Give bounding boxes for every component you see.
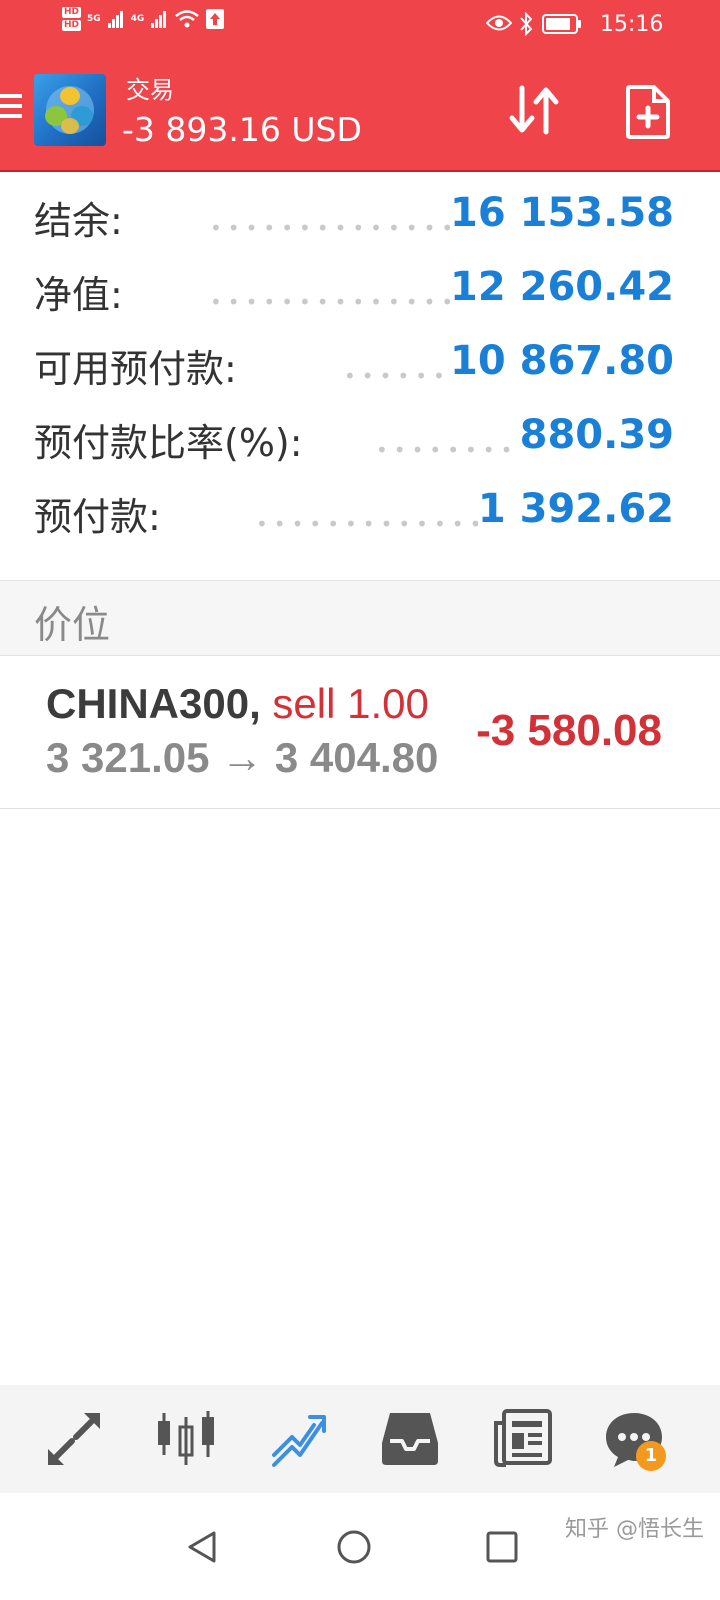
network-4g-label: 4G: [130, 14, 145, 24]
total-profit: -3 893.16 USD: [122, 110, 362, 149]
news-icon[interactable]: [492, 1409, 552, 1469]
summary-row-margin: 预付款: •••••••••••••••••• 1 392.62: [34, 486, 674, 539]
home-icon[interactable]: [336, 1529, 372, 1565]
battery-icon: [542, 14, 581, 34]
watermark: 知乎 @悟长生: [565, 1517, 704, 1542]
summary-label: 预付款:: [34, 495, 161, 539]
summary-value: 16 153.58: [450, 190, 674, 236]
back-icon[interactable]: [184, 1529, 220, 1565]
signal-icon: [151, 11, 167, 28]
recents-icon[interactable]: [484, 1529, 520, 1565]
hd-badge: HD: [62, 7, 82, 18]
trade-icon[interactable]: [268, 1409, 328, 1469]
bottom-navigation: 1: [0, 1385, 720, 1493]
quotes-icon[interactable]: [44, 1409, 104, 1469]
page-title: 交易: [126, 76, 174, 104]
summary-value: 880.39: [519, 412, 674, 458]
summary-label: 净值:: [34, 273, 123, 317]
menu-icon[interactable]: [0, 94, 22, 126]
position-row[interactable]: CHINA300, sell 1.00 3 321.05 → 3 404.80 …: [0, 656, 720, 809]
app-toolbar: 交易 -3 893.16 USD: [0, 50, 720, 172]
summary-value: 12 260.42: [450, 264, 674, 310]
chart-icon[interactable]: [156, 1409, 216, 1469]
status-bar: HD HD 5G 4G 15:16: [0, 0, 720, 50]
sort-icon[interactable]: [506, 84, 562, 136]
summary-row-equity: 净值: •••••••••••••••••••• 12 260.42: [34, 264, 674, 317]
position-prices: 3 321.05 → 3 404.80: [46, 734, 438, 782]
upload-icon: [206, 9, 225, 29]
status-signal-group: HD HD 5G 4G: [62, 7, 225, 31]
summary-label: 预付款比率(%):: [34, 421, 303, 465]
eye-icon: [486, 15, 512, 31]
notification-badge: 1: [636, 1441, 666, 1471]
open-price: 3 321.05: [46, 734, 210, 781]
summary-label: 可用预付款:: [34, 347, 237, 391]
position-header: CHINA300, sell 1.00: [46, 680, 429, 728]
summary-label: 结余:: [34, 199, 123, 243]
summary-row-free-margin: 可用预付款: •••••••••• 10 867.80: [34, 338, 674, 391]
position-type: sell 1.00: [272, 680, 429, 727]
summary-value: 1 392.62: [477, 486, 674, 532]
summary-row-balance: 结余: •••••••••••••••••••• 16 153.58: [34, 190, 674, 243]
current-price: 3 404.80: [274, 734, 439, 781]
hd-badge: HD: [62, 20, 82, 31]
bluetooth-icon: [520, 12, 533, 36]
position-profit: -3 580.08: [476, 706, 662, 755]
positions-section-header: 价位: [0, 580, 720, 656]
history-icon[interactable]: [380, 1409, 440, 1469]
app-logo: [34, 74, 106, 146]
wifi-icon: [175, 10, 200, 28]
new-order-icon[interactable]: [624, 84, 672, 140]
section-title: 价位: [34, 603, 111, 647]
network-5g-label: 5G: [87, 14, 101, 24]
summary-value: 10 867.80: [450, 338, 674, 384]
position-symbol: CHINA300,: [46, 680, 261, 727]
arrow-right-icon: →: [221, 734, 264, 781]
chat-icon[interactable]: 1: [604, 1409, 666, 1471]
clock: 15:16: [600, 12, 664, 37]
summary-row-margin-level: 预付款比率(%): •••••••••••• 880.39: [34, 412, 674, 465]
signal-icon: [107, 11, 123, 28]
system-navigation: 知乎 @悟长生: [0, 1493, 720, 1600]
